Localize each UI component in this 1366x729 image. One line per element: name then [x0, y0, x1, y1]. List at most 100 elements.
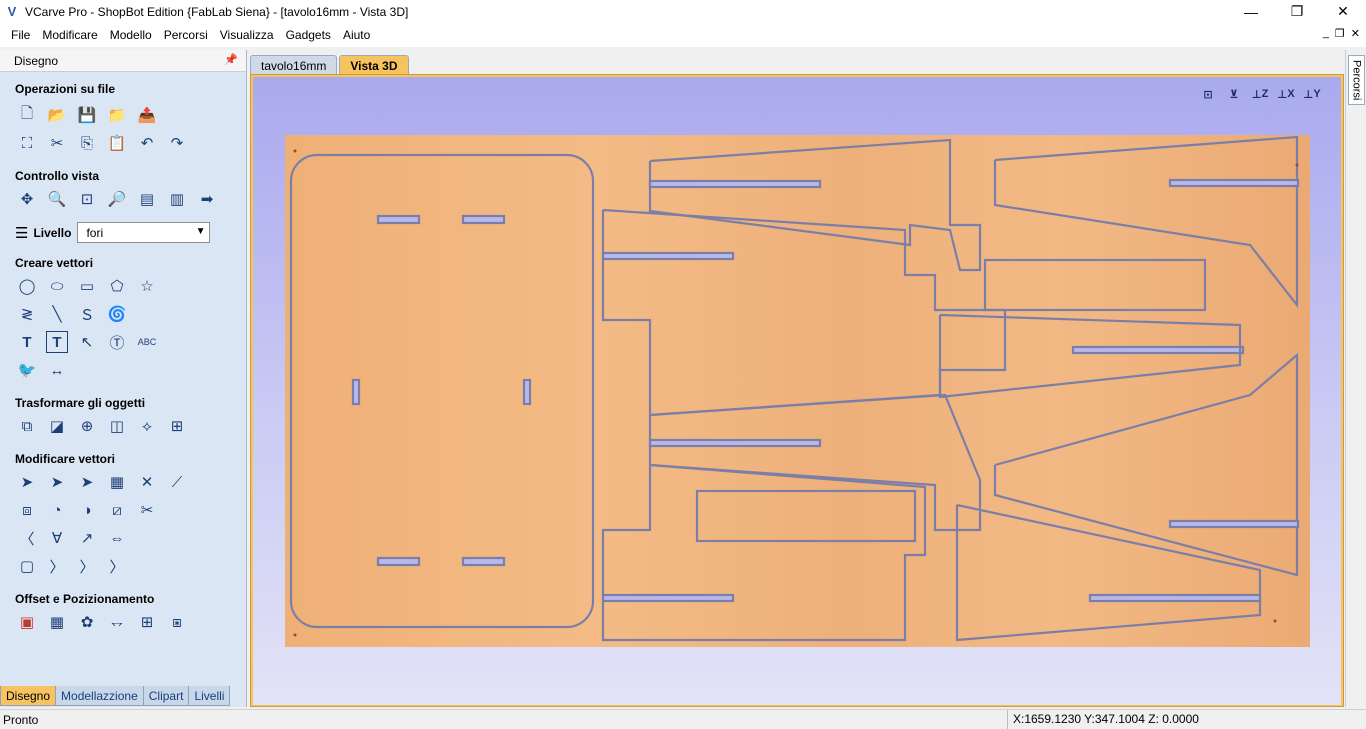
iso-view-icon[interactable]: ⊻: [1223, 84, 1245, 104]
view-z-icon[interactable]: ⊥ Z: [1249, 84, 1271, 104]
menu-modello[interactable]: Modello: [104, 23, 158, 47]
interactive-icon[interactable]: ▦: [106, 471, 128, 493]
tab-vista-3d[interactable]: Vista 3D: [339, 55, 409, 75]
line-icon[interactable]: ╲: [46, 303, 68, 325]
minimize-icon[interactable]: —: [1228, 0, 1274, 23]
layers-icon: ☰: [15, 224, 29, 242]
delete-node-icon[interactable]: ✕: [136, 471, 158, 493]
mdi-restore-icon[interactable]: ❐: [1335, 27, 1345, 40]
toggle-3d-icon[interactable]: ▥: [166, 188, 188, 210]
3d-viewport[interactable]: ⊡ ⊻ ⊥ Z ⊥ X ⊥ Y: [253, 77, 1341, 705]
job-setup-icon[interactable]: ⛶: [16, 132, 38, 154]
set-origin-icon[interactable]: ⊞: [166, 415, 188, 437]
polygon-icon[interactable]: ⬠: [106, 275, 128, 297]
zoom-icon[interactable]: 🔍: [46, 188, 68, 210]
view-tools-row: ✥ 🔍 ⊡ 🔎 ▤ ▥ ➡: [16, 188, 226, 210]
extend-vector-icon[interactable]: 〉: [46, 555, 68, 577]
tab-modellazzione[interactable]: Modellazzione: [55, 686, 144, 706]
tab-livelli[interactable]: Livelli: [188, 686, 231, 706]
layer-select[interactable]: fori ▼: [77, 222, 211, 243]
tab-disegno[interactable]: Disegno: [0, 686, 57, 706]
nest-icon[interactable]: ⊞: [136, 611, 158, 633]
circle-icon[interactable]: ◯: [16, 275, 38, 297]
polyline-icon[interactable]: ≷: [16, 303, 38, 325]
tab-tavolo16mm[interactable]: tavolo16mm: [250, 55, 338, 75]
measure-icon[interactable]: ⟋: [166, 471, 188, 493]
new-file-icon[interactable]: 🗋: [16, 104, 38, 126]
auto-layout-text-icon[interactable]: Ⓣ: [106, 331, 128, 353]
mirror-icon[interactable]: ◫: [106, 415, 128, 437]
distort-icon[interactable]: ⟡: [136, 415, 158, 437]
bitmap-trace-icon[interactable]: 🐦: [16, 359, 38, 381]
copy-along-vector-icon[interactable]: ⥐: [106, 611, 128, 633]
tab-percorsi[interactable]: Percorsi: [1348, 55, 1365, 105]
array-copy-icon[interactable]: ▦: [46, 611, 68, 633]
auto-nest-icon[interactable]: ⧆: [166, 611, 188, 633]
undo-icon[interactable]: ↶: [136, 132, 158, 154]
open-file-icon[interactable]: 📂: [46, 104, 68, 126]
pin-icon[interactable]: 📌: [224, 53, 238, 66]
smooth-icon[interactable]: 〉: [76, 555, 98, 577]
fillet-icon[interactable]: ∀: [46, 527, 68, 549]
circular-copy-icon[interactable]: ✿: [76, 611, 98, 633]
scissors-icon[interactable]: ✂: [136, 499, 158, 521]
extend-icon[interactable]: 〈: [16, 527, 38, 549]
smart-select-icon[interactable]: ➤: [76, 471, 98, 493]
curve-fit-icon[interactable]: ↗: [76, 527, 98, 549]
view-x-icon[interactable]: ⊥ X: [1275, 84, 1297, 104]
menu-file[interactable]: File: [0, 23, 36, 47]
import-file-icon[interactable]: 📁: [106, 104, 128, 126]
status-text: Pronto: [3, 712, 39, 727]
text-arc-icon[interactable]: ABC: [136, 331, 158, 353]
frame-part-1: [983, 258, 1207, 312]
select-icon[interactable]: ➤: [16, 471, 38, 493]
join-icon[interactable]: ⇔: [106, 527, 128, 549]
close-icon[interactable]: ✕: [1320, 0, 1366, 23]
weld-icon[interactable]: ⧈: [16, 499, 38, 521]
copy-icon[interactable]: ⎘: [76, 132, 98, 154]
zoom-fit-icon[interactable]: ⊡: [1197, 84, 1219, 104]
intersect-icon[interactable]: ◑: [76, 499, 98, 521]
restore-icon[interactable]: ❐: [1274, 0, 1320, 23]
export-file-icon[interactable]: 📤: [136, 104, 158, 126]
dimension-icon[interactable]: ↔: [46, 359, 68, 381]
leg-part-2: [601, 208, 1007, 417]
menu-percorsi[interactable]: Percorsi: [158, 23, 214, 47]
redo-icon[interactable]: ↷: [166, 132, 188, 154]
ellipse-icon[interactable]: ⬭: [46, 275, 68, 297]
rectangle-icon[interactable]: ▭: [76, 275, 98, 297]
menu-gadgets[interactable]: Gadgets: [280, 23, 337, 47]
save-file-icon[interactable]: 💾: [76, 104, 98, 126]
text-box-icon[interactable]: T: [46, 331, 68, 353]
star-icon[interactable]: ☆: [136, 275, 158, 297]
pan-icon[interactable]: ✥: [16, 188, 38, 210]
text-on-curve-icon[interactable]: ↖: [76, 331, 98, 353]
view-y-icon[interactable]: ⊥ Y: [1301, 84, 1323, 104]
text-icon[interactable]: T: [16, 331, 38, 353]
app-icon: V: [7, 3, 17, 19]
zoom-selection-icon[interactable]: 🔎: [106, 188, 128, 210]
menu-aiuto[interactable]: Aiuto: [337, 23, 376, 47]
tab-icon[interactable]: 〉: [106, 555, 128, 577]
rail-part-2: [993, 352, 1299, 577]
move-icon[interactable]: ⧉: [16, 415, 38, 437]
menu-visualizza[interactable]: Visualizza: [214, 23, 280, 47]
mdi-minimize-icon[interactable]: _: [1323, 27, 1329, 40]
paste-icon[interactable]: 📋: [106, 132, 128, 154]
align-icon[interactable]: ⊕: [76, 415, 98, 437]
menu-modificare[interactable]: Modificare: [36, 23, 103, 47]
trim-icon[interactable]: ⧄: [106, 499, 128, 521]
curve-icon[interactable]: Ｓ: [76, 303, 98, 325]
subtract-icon[interactable]: ◔: [46, 499, 68, 521]
spiral-icon[interactable]: 🌀: [106, 303, 128, 325]
offset-icon[interactable]: ▣: [16, 611, 38, 633]
close-vector-icon[interactable]: ▢: [16, 555, 38, 577]
toggle-2d-icon[interactable]: ▤: [136, 188, 158, 210]
zoom-extents-icon[interactable]: ⊡: [76, 188, 98, 210]
switch-view-icon[interactable]: ➡: [196, 188, 218, 210]
node-edit-icon[interactable]: ➤: [46, 471, 68, 493]
scale-icon[interactable]: ◪: [46, 415, 68, 437]
cut-icon[interactable]: ✂: [46, 132, 68, 154]
mdi-close-icon[interactable]: ✕: [1351, 27, 1360, 40]
tab-clipart[interactable]: Clipart: [142, 686, 190, 706]
